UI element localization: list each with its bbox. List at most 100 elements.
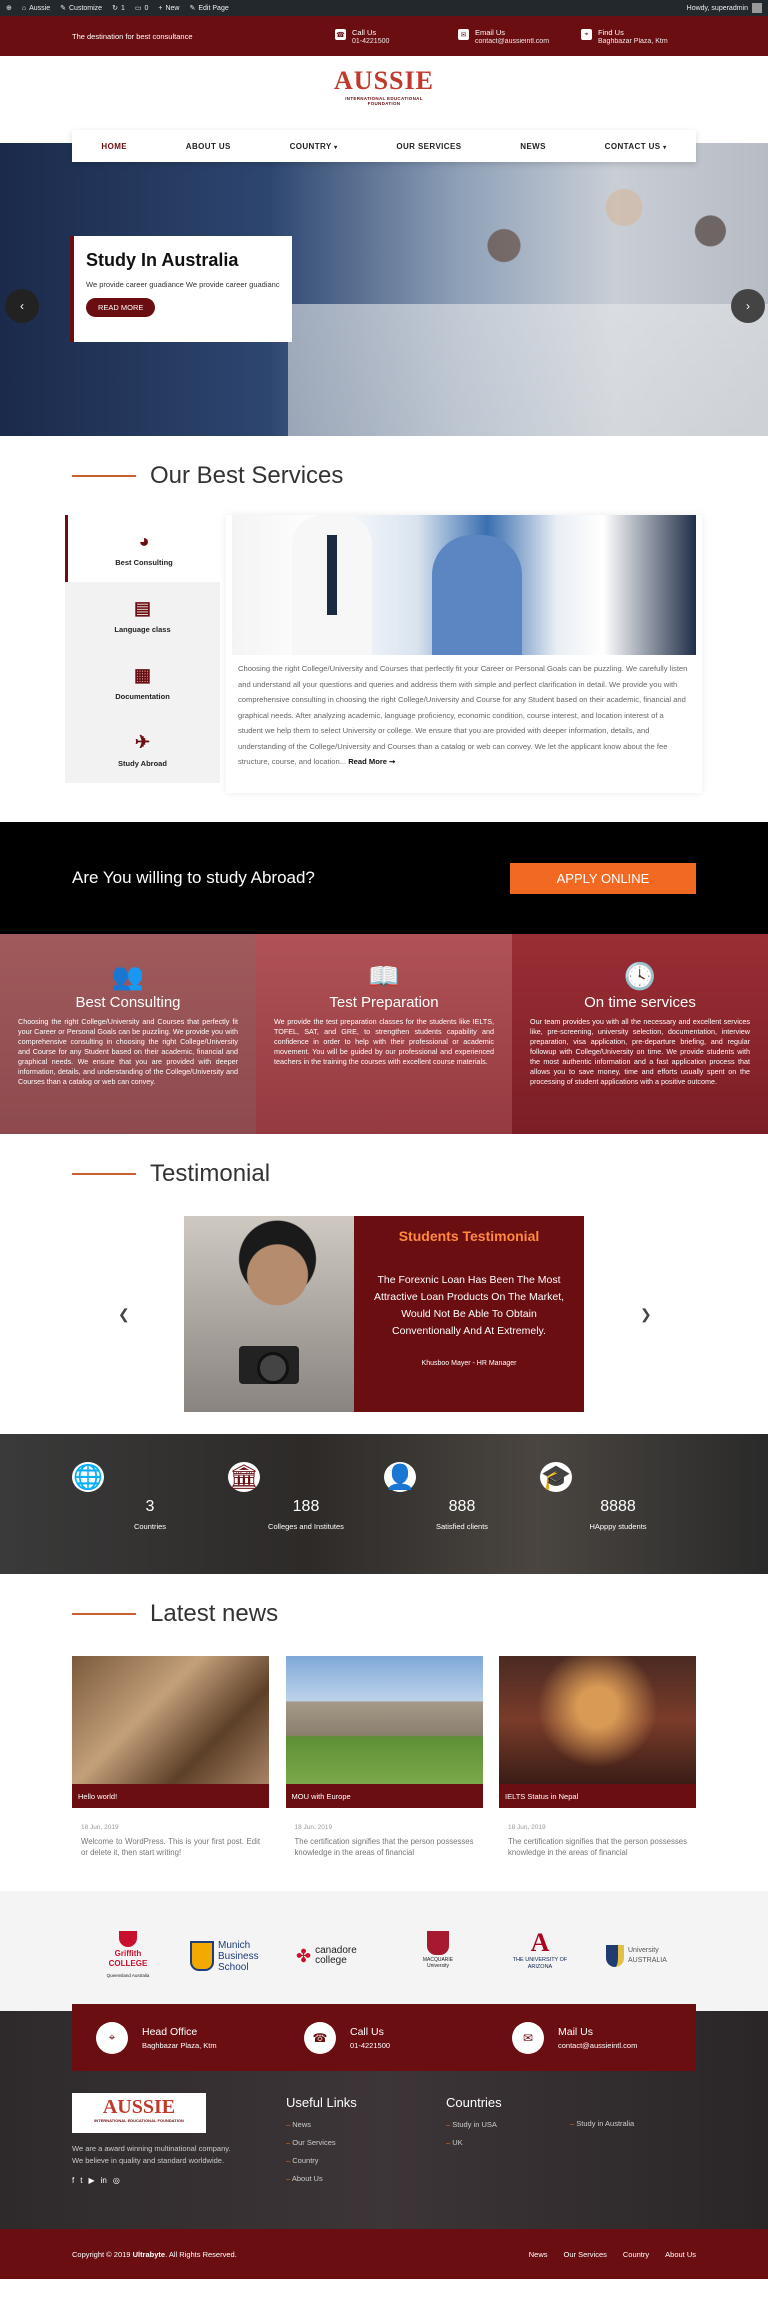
contact-mail[interactable]: ✉ Mail Us contact@aussieintl.com: [488, 2021, 696, 2054]
partner-canadore[interactable]: ✤ canadore college: [296, 1931, 365, 1981]
nav-services[interactable]: OUR SERVICES: [396, 142, 461, 151]
main-nav: HOME ABOUT US COUNTRY ▾ OUR SERVICES NEW…: [72, 130, 696, 162]
countries-title: Countries: [446, 2095, 502, 2110]
footer-link[interactable]: News: [286, 2120, 357, 2129]
linkedin-icon[interactable]: in: [101, 2176, 107, 2185]
contact-office[interactable]: ⌖ Head Office Baghbazar Plaza, Ktm: [72, 2021, 280, 2054]
admin-edit-link[interactable]: ✎ Edit Page: [190, 4, 229, 13]
logo-part-b: IE: [154, 2096, 176, 2118]
footer-link[interactable]: Country: [286, 2156, 357, 2165]
read-more-button[interactable]: READ MORE: [86, 298, 156, 317]
stats-section: 🌐 3 Countries 🏛 188 Colleges and Institu…: [0, 1434, 768, 1574]
social-links: f t ▶ in ◎: [72, 2176, 120, 2185]
testimonial-prev-button[interactable]: ❮: [118, 1306, 130, 1323]
partner-usq[interactable]: University AUSTRALIA: [606, 1931, 667, 1981]
bottom-link[interactable]: Our Services: [564, 2250, 607, 2259]
services-heading: Our Best Services: [72, 462, 696, 490]
topbar-email[interactable]: ✉ Email Us contact@aussieintl.com: [458, 27, 573, 45]
document-icon: ▦: [133, 665, 151, 685]
news-caption[interactable]: MOU with Europe: [285, 1784, 483, 1808]
bottom-link[interactable]: About Us: [665, 2250, 696, 2259]
admin-comments-link[interactable]: ▭ 0: [135, 4, 149, 13]
admin-customize-link[interactable]: ✎ Customize: [60, 4, 102, 13]
feature-title: On time services: [584, 994, 696, 1011]
testimonial-author: Khusboo Mayer - HR Manager: [421, 1360, 517, 1367]
call-value: 01-4221500: [352, 38, 390, 45]
macquarie-logo-icon: [427, 1931, 449, 1955]
munich-logo-icon: [190, 1941, 214, 1971]
tab-study-abroad[interactable]: ✈ Study Abroad: [65, 716, 220, 783]
news-excerpt: The certification signifies that the per…: [294, 1837, 474, 1857]
facebook-icon[interactable]: f: [72, 2176, 74, 2185]
news-caption[interactable]: Hello world!: [72, 1784, 269, 1808]
tab-label: Documentation: [115, 692, 170, 701]
slider-prev-button[interactable]: ‹: [5, 289, 39, 323]
caret-down-icon: ▾: [663, 144, 667, 151]
copyright-company-link[interactable]: Ultrabyte: [133, 2250, 166, 2259]
topbar-call[interactable]: ☎ Call Us 01-4221500: [335, 27, 450, 45]
stat-number: 8888: [600, 1498, 636, 1515]
footer-link[interactable]: Our Services: [286, 2138, 357, 2147]
footer-logo-subtitle: INTERNATIONAL EDUCATIONAL FOUNDATION: [94, 2118, 184, 2123]
twitter-icon[interactable]: t: [80, 2176, 82, 2185]
bottom-link[interactable]: News: [529, 2250, 548, 2259]
tab-language-class[interactable]: ▤ Language class: [65, 582, 220, 649]
contact-phone[interactable]: ☎ Call Us 01-4221500: [280, 2021, 488, 2054]
nav-home[interactable]: HOME: [101, 142, 127, 151]
home-icon: ⌂: [21, 4, 27, 12]
admin-new-link[interactable]: + New: [158, 5, 179, 12]
institution-icon: 🏛: [228, 1462, 260, 1492]
footer-logo[interactable]: AUSSIE INTERNATIONAL EDUCATIONAL FOUNDAT…: [72, 2093, 206, 2133]
bottom-link[interactable]: Country: [623, 2250, 649, 2259]
admin-account-link[interactable]: Howdy, superadmin: [687, 3, 762, 13]
partner-griffith[interactable]: Griffith COLLEGE Queensland Australia: [98, 1931, 158, 1981]
admin-site-link[interactable]: ⌂ Aussie: [22, 5, 50, 12]
nav-country[interactable]: COUNTRY ▾: [290, 142, 338, 151]
partner-munich[interactable]: Munich Business School: [190, 1931, 262, 1981]
hero-title: Study In Australia: [86, 250, 239, 270]
feature-title: Test Preparation: [329, 994, 439, 1011]
chevron-left-icon: ❮: [118, 1306, 130, 1322]
partner-arizona[interactable]: A THE UNIVERSITY OF ARIZONA: [510, 1930, 570, 1981]
call-label: Call Us: [352, 28, 377, 37]
footer-link[interactable]: About Us: [286, 2174, 357, 2183]
logo-subtitle: INTERNATIONAL EDUCATIONAL FOUNDATION: [345, 96, 423, 106]
news-card[interactable]: IELTS Status in Nepal 18 Jun, 2019 The c…: [499, 1656, 696, 1858]
tab-label: Language class: [114, 625, 171, 634]
country-link[interactable]: Study in USA: [446, 2120, 502, 2129]
youtube-icon[interactable]: ▶: [88, 2176, 94, 2185]
nav-news[interactable]: NEWS: [520, 142, 546, 151]
nav-contact[interactable]: CONTACT US ▾: [605, 142, 667, 151]
admin-updates-link[interactable]: ↻ 1: [112, 4, 125, 13]
book-icon: ▤: [133, 598, 151, 618]
caret-down-icon: ▾: [334, 144, 338, 151]
phone-icon: ☎: [304, 2021, 336, 2054]
nav-about[interactable]: ABOUT US: [186, 142, 231, 151]
tab-documentation[interactable]: ▦ Documentation: [65, 649, 220, 716]
services-read-more-link[interactable]: Read More ➞: [348, 757, 395, 766]
graduate-icon: 🎓: [540, 1462, 572, 1492]
testimonial-next-button[interactable]: ❯: [640, 1306, 652, 1323]
copyright-text: Copyright © 2019 Ultrabyte. All Rights R…: [72, 2250, 237, 2259]
countries-links: Countries Study in USA UK: [446, 2095, 502, 2156]
news-card[interactable]: Hello world! 18 Jun, 2019 Welcome to Wor…: [72, 1656, 269, 1858]
useful-links: Useful Links News Our Services Country A…: [286, 2095, 357, 2192]
stat-countries: 🌐 3 Countries: [72, 1462, 228, 1531]
country-link[interactable]: UK: [446, 2138, 502, 2147]
site-logo[interactable]: AUSSIE INTERNATIONAL EDUCATIONAL FOUNDAT…: [334, 66, 434, 112]
testimonial-quote: The Forexnic Loan Has Been The Most Attr…: [373, 1274, 565, 1337]
partners-section: Griffith COLLEGE Queensland Australia Mu…: [0, 1891, 768, 2011]
wordpress-icon[interactable]: ⊕: [6, 4, 12, 12]
tab-best-consulting[interactable]: ◕ Best Consulting: [65, 515, 220, 582]
topbar-location[interactable]: ⌖ Find Us Baghbazar Plaza, Ktm: [581, 27, 696, 45]
partner-macquarie[interactable]: MACQUARIE University: [418, 1931, 458, 1981]
slider-next-button[interactable]: ›: [731, 289, 765, 323]
country-link[interactable]: Study in Australia: [570, 2119, 634, 2128]
partner-name: University AUSTRALIA: [628, 1947, 667, 1964]
instagram-icon[interactable]: ◎: [113, 2176, 120, 2185]
contact-value: contact@aussieintl.com: [558, 2040, 638, 2050]
partner-name: Griffith COLLEGE: [108, 1949, 148, 1968]
news-caption[interactable]: IELTS Status in Nepal: [499, 1784, 696, 1808]
apply-online-button[interactable]: APPLY ONLINE: [510, 862, 696, 894]
news-card[interactable]: MOU with Europe 18 Jun, 2019 The certifi…: [285, 1656, 483, 1858]
